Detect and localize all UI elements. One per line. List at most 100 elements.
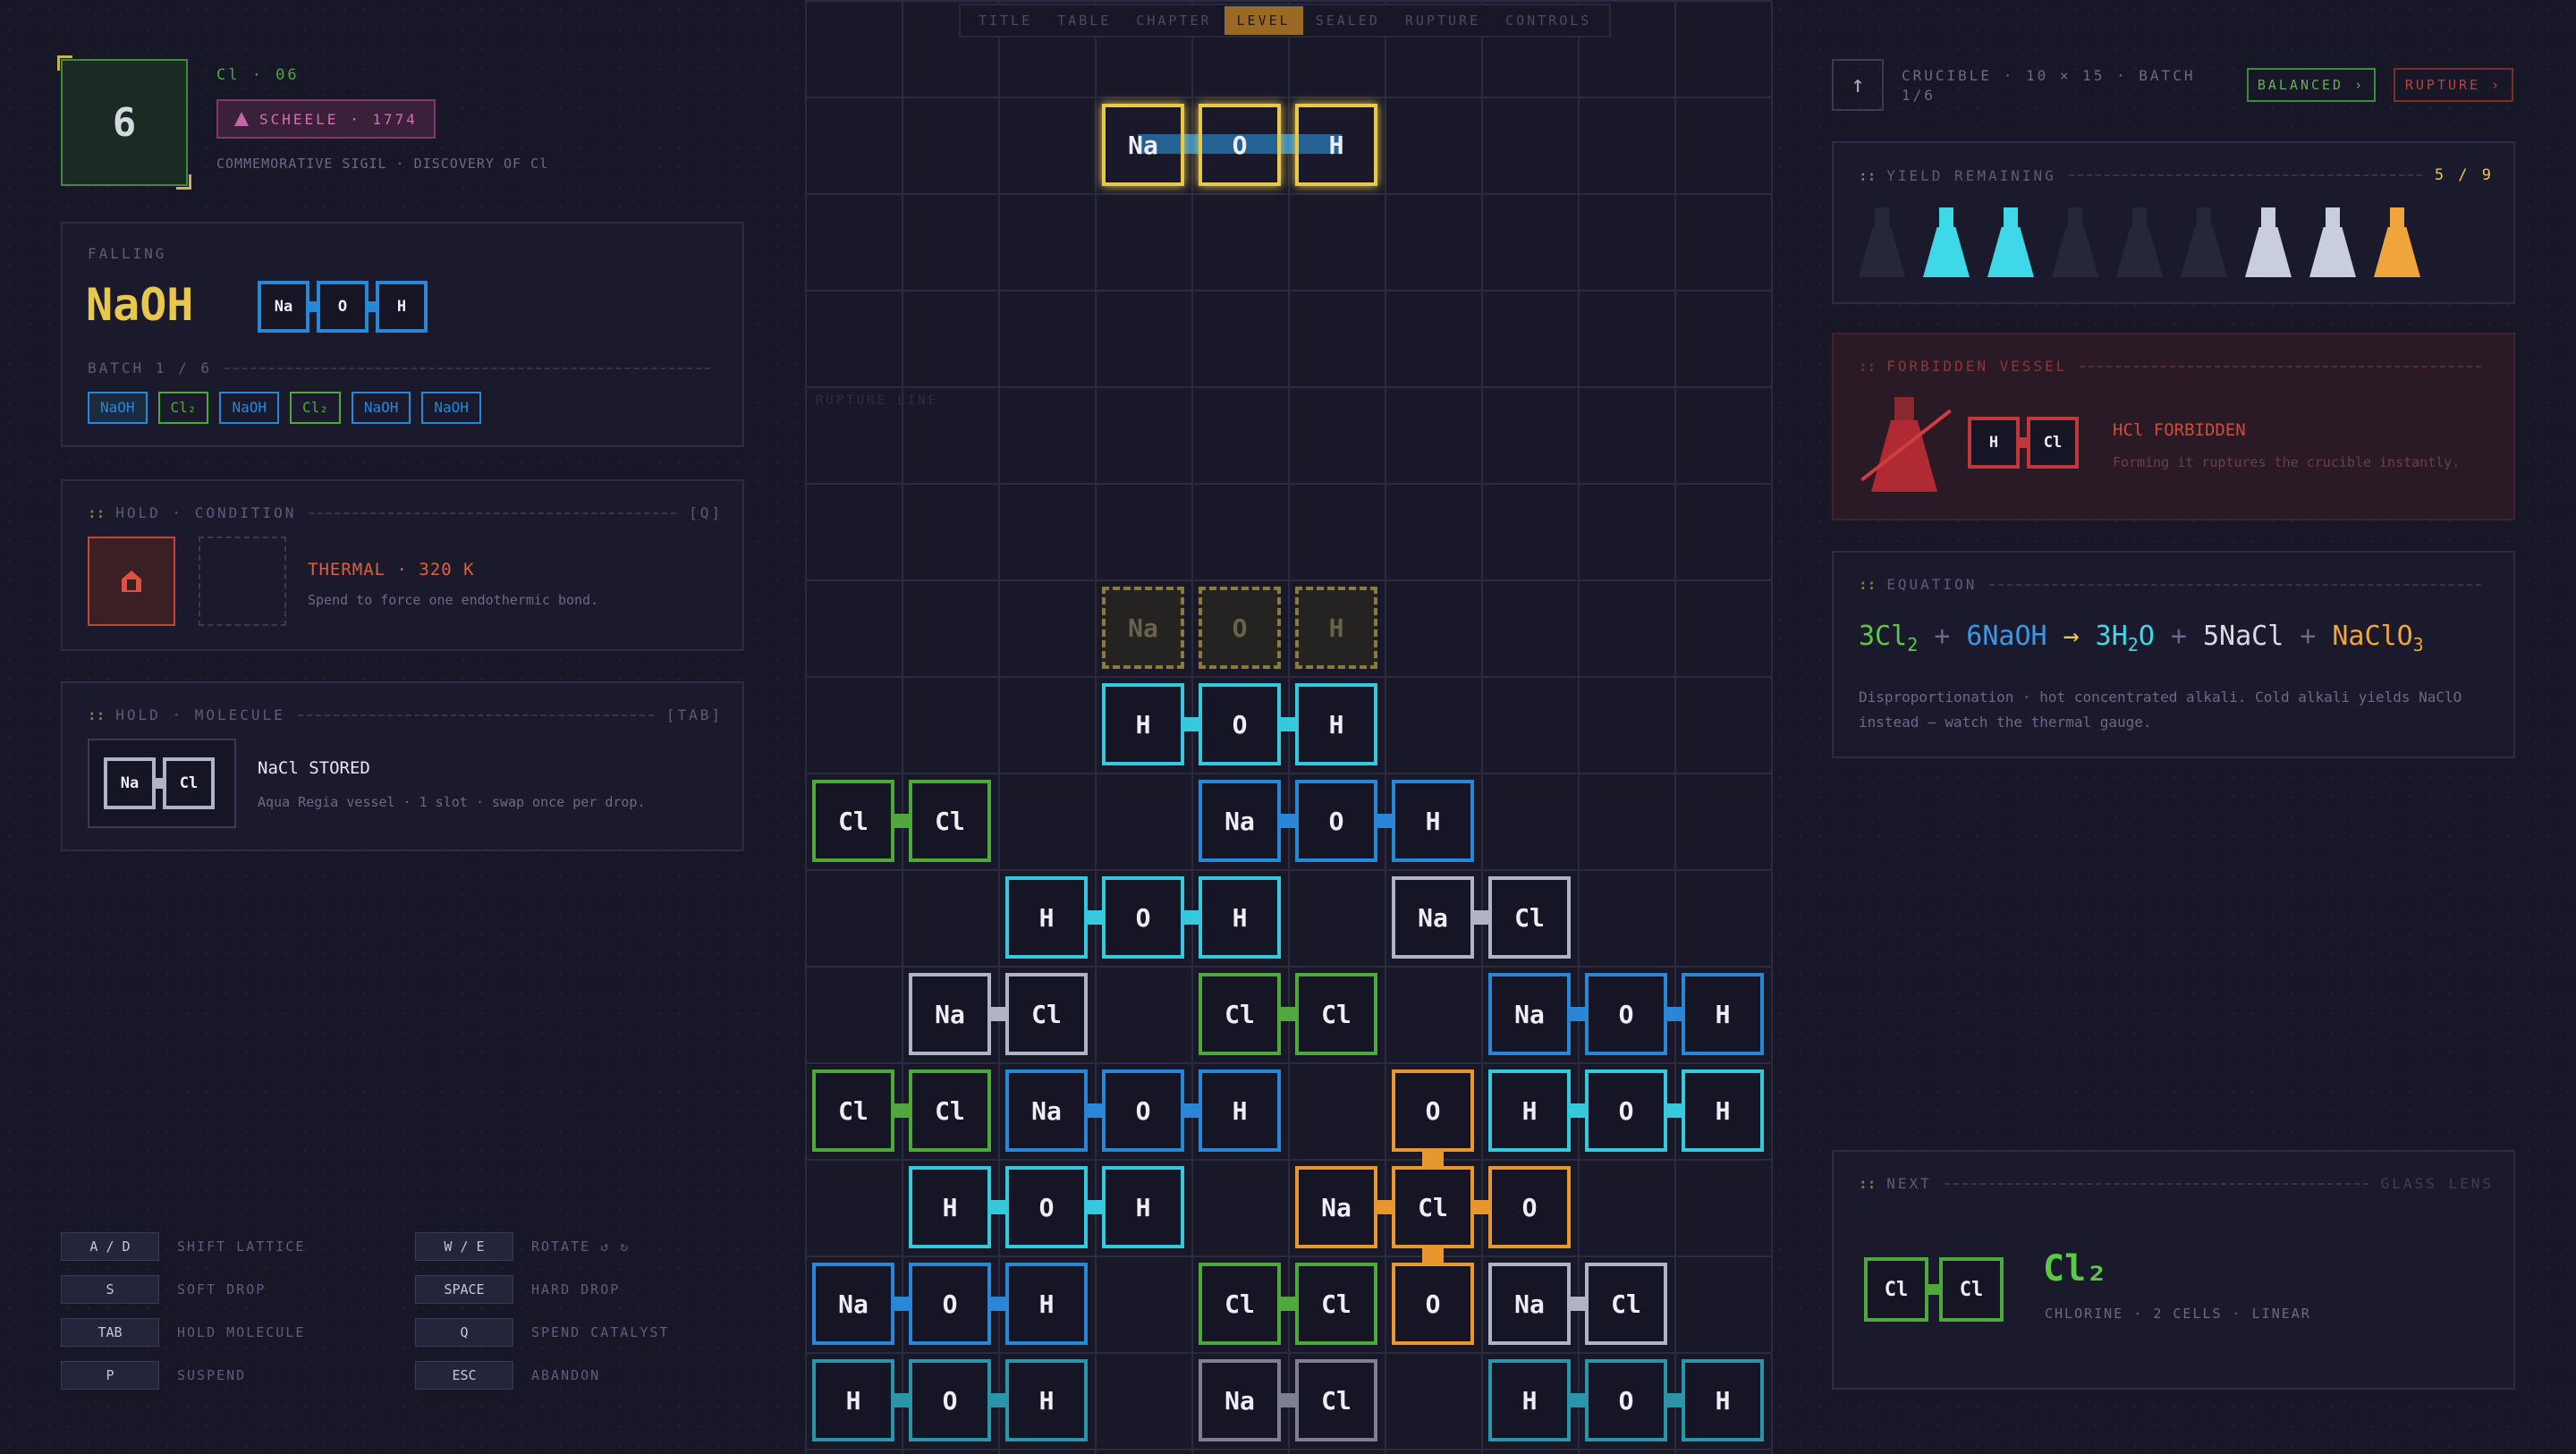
- balanced-button[interactable]: BALANCED ›: [2247, 68, 2376, 102]
- bond: [1182, 717, 1200, 731]
- key-cap[interactable]: TAB: [61, 1318, 159, 1347]
- rupture-button[interactable]: RUPTURE ›: [2394, 68, 2513, 102]
- key-cap[interactable]: SPACE: [415, 1275, 513, 1304]
- board-atom-tile: H: [1682, 1069, 1764, 1152]
- grid-line: [805, 483, 1771, 485]
- board-atom-tile: O: [1392, 1263, 1474, 1345]
- bond: [1472, 1200, 1490, 1214]
- flask-empty-icon: [2116, 207, 2163, 279]
- board-atom-tile: O: [909, 1359, 991, 1441]
- falling-atoms: Na O H: [258, 281, 428, 333]
- board-atom-tile: H: [1682, 1359, 1764, 1441]
- grid-line: [805, 869, 1771, 871]
- tab-title[interactable]: TITLE: [966, 6, 1045, 35]
- key-cap[interactable]: ESC: [415, 1361, 513, 1390]
- grid-line: [805, 579, 1771, 581]
- sigil-element-line: Cl · 06: [216, 66, 300, 84]
- sigil-number: 6: [112, 99, 137, 146]
- tab-table[interactable]: TABLE: [1045, 6, 1123, 35]
- bond: [1376, 814, 1394, 828]
- grid-line: [805, 1352, 1771, 1354]
- board-atom-tile: O: [1102, 876, 1184, 959]
- next-formula: Cl₂: [2043, 1248, 2108, 1289]
- bond: [309, 301, 317, 312]
- tab-sealed[interactable]: SEALED: [1303, 6, 1393, 35]
- flask-empty-icon: [2052, 207, 2098, 279]
- bond: [1422, 1150, 1444, 1168]
- key-cap[interactable]: S: [61, 1275, 159, 1304]
- equation-term: 5NaCl: [2202, 621, 2284, 652]
- board-atom-tile: Cl: [1295, 1263, 1377, 1345]
- key-cap[interactable]: P: [61, 1361, 159, 1390]
- grid-line: [805, 290, 1771, 292]
- equation-term: +: [2170, 621, 2187, 652]
- key-label: SHIFT LATTICE: [177, 1238, 306, 1255]
- key-label: SOFT DROP: [177, 1281, 267, 1298]
- board-atom-tile: Cl: [1199, 973, 1281, 1055]
- equation-line: 3Cl2 +6NaOH → 3H2O +5NaCl + NaClO3: [1859, 621, 2440, 655]
- forbidden-flask-icon: [1855, 393, 1953, 501]
- control-row: W / E ROTATE ↺ ↻: [415, 1232, 630, 1261]
- bond: [156, 778, 163, 789]
- grid-line: [805, 0, 807, 1454]
- bond: [1279, 717, 1297, 731]
- flask-filled-icon: [1923, 207, 1970, 279]
- crucible-up-button[interactable]: ↑: [1832, 59, 1884, 111]
- tab-controls[interactable]: CONTROLS: [1493, 6, 1604, 35]
- atom-tile: Cl: [1939, 1257, 2004, 1322]
- up-arrow-icon: ↑: [1851, 72, 1865, 98]
- bond: [1182, 910, 1200, 925]
- hold-condition-name: THERMAL · 320 K: [308, 560, 475, 579]
- control-row: SPACE HARD DROP: [415, 1275, 620, 1304]
- bond: [1665, 1007, 1683, 1021]
- key-cap[interactable]: Q: [415, 1318, 513, 1347]
- equation-term: 3H2O: [2095, 621, 2155, 655]
- board-atom-tile: Cl: [1005, 973, 1088, 1055]
- grid-line: [805, 0, 1771, 2]
- sigil-corner-tl: [57, 55, 72, 71]
- tab-level[interactable]: LEVEL: [1224, 6, 1303, 35]
- board-atom-tile: Cl: [1585, 1263, 1667, 1345]
- falling-panel: FALLING NaOH Na O H BATCH 1 / 6 NaOH Cl₂ NaO…: [61, 222, 744, 447]
- thermal-slot[interactable]: [88, 537, 175, 626]
- grid-line: [805, 193, 1771, 195]
- equation-title: EQUATION: [1886, 576, 1978, 593]
- board-atom-tile: Na: [1199, 1359, 1281, 1441]
- hold-condition-desc: Spend to force one endothermic bond.: [308, 592, 599, 608]
- crucible-board[interactable]: RUPTURE LINE Na O H Na O H H O H Cl Cl Na O H H O H Na Cl Na…: [805, 0, 1773, 1454]
- next-panel: :: NEXT GLASS LENS Cl Cl Cl₂ CHLORINE · 2…: [1832, 1150, 2515, 1390]
- key-label: HOLD MOLECULE: [177, 1324, 306, 1340]
- tab-chapter[interactable]: CHAPTER: [1123, 6, 1224, 35]
- atom-tile: Cl: [163, 757, 215, 809]
- held-molecule-slot[interactable]: Na Cl: [88, 739, 236, 828]
- board-atom-tile: O: [1488, 1166, 1571, 1248]
- board-atom-tile: H: [909, 1166, 991, 1248]
- flask-empty-icon: [2181, 207, 2227, 279]
- key-label: ROTATE ↺ ↻: [531, 1238, 631, 1255]
- forbidden-molecule: H Cl: [1968, 417, 2088, 472]
- empty-condition-slot[interactable]: [199, 537, 286, 626]
- bond: [1279, 814, 1297, 828]
- batch-queue: NaOH Cl₂ NaOH Cl₂ NaOH NaOH: [88, 392, 492, 424]
- grid-line: [1481, 0, 1483, 1454]
- forbidden-name: HCl FORBIDDEN: [2113, 420, 2246, 440]
- grid-line: [998, 0, 1000, 1454]
- board-atom-tile: O: [1295, 780, 1377, 862]
- key-label: SPEND CATALYST: [531, 1324, 670, 1340]
- next-title: NEXT: [1886, 1175, 1932, 1192]
- bond: [1665, 1103, 1683, 1118]
- batch-row: BATCH 1 / 6: [88, 359, 723, 376]
- key-cap[interactable]: A / D: [61, 1232, 159, 1261]
- board-atom-tile: Cl: [1488, 876, 1571, 959]
- tab-rupture[interactable]: RUPTURE: [1393, 6, 1493, 35]
- grid-line: [805, 773, 1771, 774]
- board-atom-tile: H: [1488, 1069, 1571, 1152]
- grid-line: [805, 386, 1771, 388]
- ghost-atom-tile: H: [1295, 587, 1377, 669]
- batch-chip: Cl₂: [157, 392, 209, 424]
- board-atom-tile: Cl: [909, 1069, 991, 1152]
- key-cap[interactable]: W / E: [415, 1232, 513, 1261]
- atom-tile: Cl: [1864, 1257, 1928, 1322]
- grid-line: [805, 966, 1771, 968]
- batch-chip: NaOH: [351, 392, 411, 424]
